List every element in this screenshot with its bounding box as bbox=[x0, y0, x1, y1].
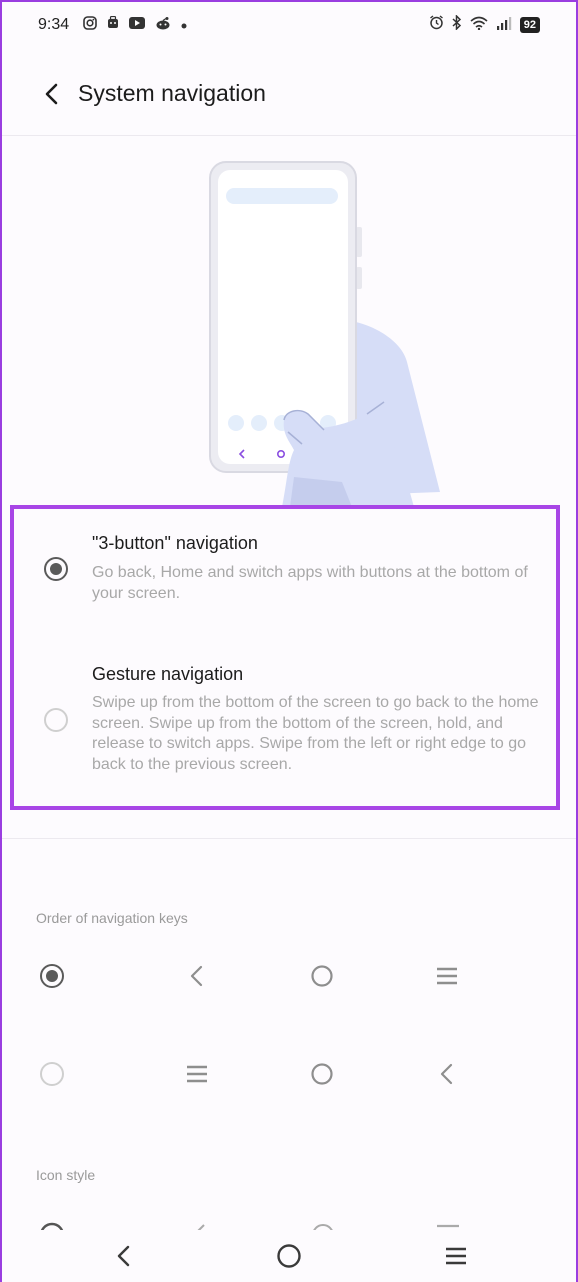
status-right-icons: 92 bbox=[429, 14, 540, 35]
nav-home-button[interactable] bbox=[269, 1238, 309, 1274]
page-title: System navigation bbox=[78, 80, 266, 106]
back-icon bbox=[177, 956, 217, 996]
notification-icon bbox=[107, 15, 119, 34]
menu-lines-icon bbox=[427, 956, 467, 996]
key-order-row-1[interactable] bbox=[2, 956, 576, 996]
reddit-icon bbox=[155, 16, 171, 35]
back-icon bbox=[427, 1054, 467, 1094]
navigation-illustration bbox=[162, 152, 462, 512]
app-header: System navigation bbox=[2, 52, 576, 136]
alarm-icon bbox=[429, 15, 444, 35]
option-description: Go back, Home and switch apps with butto… bbox=[92, 564, 528, 602]
option-3-button-navigation[interactable]: "3-button" navigation Go back, Home and … bbox=[14, 509, 556, 629]
option-gesture-navigation[interactable]: Gesture navigation Swipe up from the bot… bbox=[14, 639, 556, 809]
menu-lines-icon bbox=[177, 1054, 217, 1094]
battery-indicator: 92 bbox=[519, 17, 540, 33]
option-title: Gesture navigation bbox=[92, 664, 244, 684]
navigation-options-group: "3-button" navigation Go back, Home and … bbox=[10, 505, 560, 810]
option-description: Swipe up from the bottom of the screen t… bbox=[92, 694, 539, 773]
key-order-row-2[interactable] bbox=[2, 1054, 576, 1094]
home-icon bbox=[277, 1244, 301, 1268]
status-left-icons bbox=[83, 15, 187, 35]
recents-icon bbox=[446, 1247, 466, 1265]
system-nav-bar bbox=[2, 1230, 576, 1282]
radio-gesture[interactable] bbox=[44, 708, 68, 732]
section-divider bbox=[2, 838, 576, 839]
nav-recents-button[interactable] bbox=[436, 1238, 476, 1274]
option-title: "3-button" navigation bbox=[92, 533, 258, 553]
radio-key-order-2[interactable] bbox=[40, 1062, 64, 1086]
instagram-icon bbox=[83, 15, 97, 35]
status-bar: 9:34 92 bbox=[2, 2, 576, 48]
radio-3-button[interactable] bbox=[44, 557, 68, 581]
back-icon bbox=[117, 1245, 130, 1267]
nav-back-button[interactable] bbox=[104, 1238, 144, 1274]
home-circle-icon bbox=[302, 1054, 342, 1094]
youtube-icon bbox=[129, 16, 146, 34]
dot-icon bbox=[181, 16, 187, 34]
order-section-label: Order of navigation keys bbox=[36, 910, 188, 926]
status-time: 9:34 bbox=[38, 16, 70, 33]
bluetooth-icon bbox=[452, 14, 462, 35]
icon-style-section-label: Icon style bbox=[36, 1167, 96, 1183]
wifi-icon bbox=[470, 16, 488, 35]
home-circle-icon bbox=[302, 956, 342, 996]
back-button[interactable] bbox=[36, 78, 68, 110]
signal-icon bbox=[496, 16, 512, 35]
back-arrow-icon bbox=[45, 83, 58, 104]
radio-key-order-1[interactable] bbox=[40, 964, 64, 988]
